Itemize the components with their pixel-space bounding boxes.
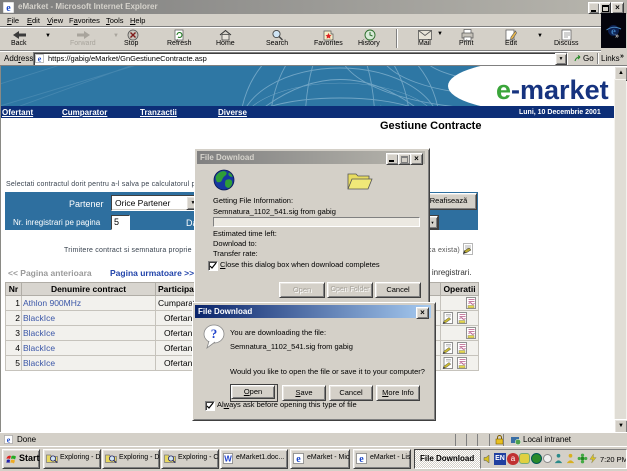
svg-text:W: W: [224, 455, 232, 464]
svg-text:?: ?: [211, 326, 218, 341]
svg-text:e: e: [38, 55, 42, 64]
svg-text:e: e: [296, 454, 301, 464]
svg-text:e: e: [7, 436, 11, 445]
svg-text:e: e: [6, 3, 11, 13]
svg-text:e: e: [359, 454, 364, 464]
